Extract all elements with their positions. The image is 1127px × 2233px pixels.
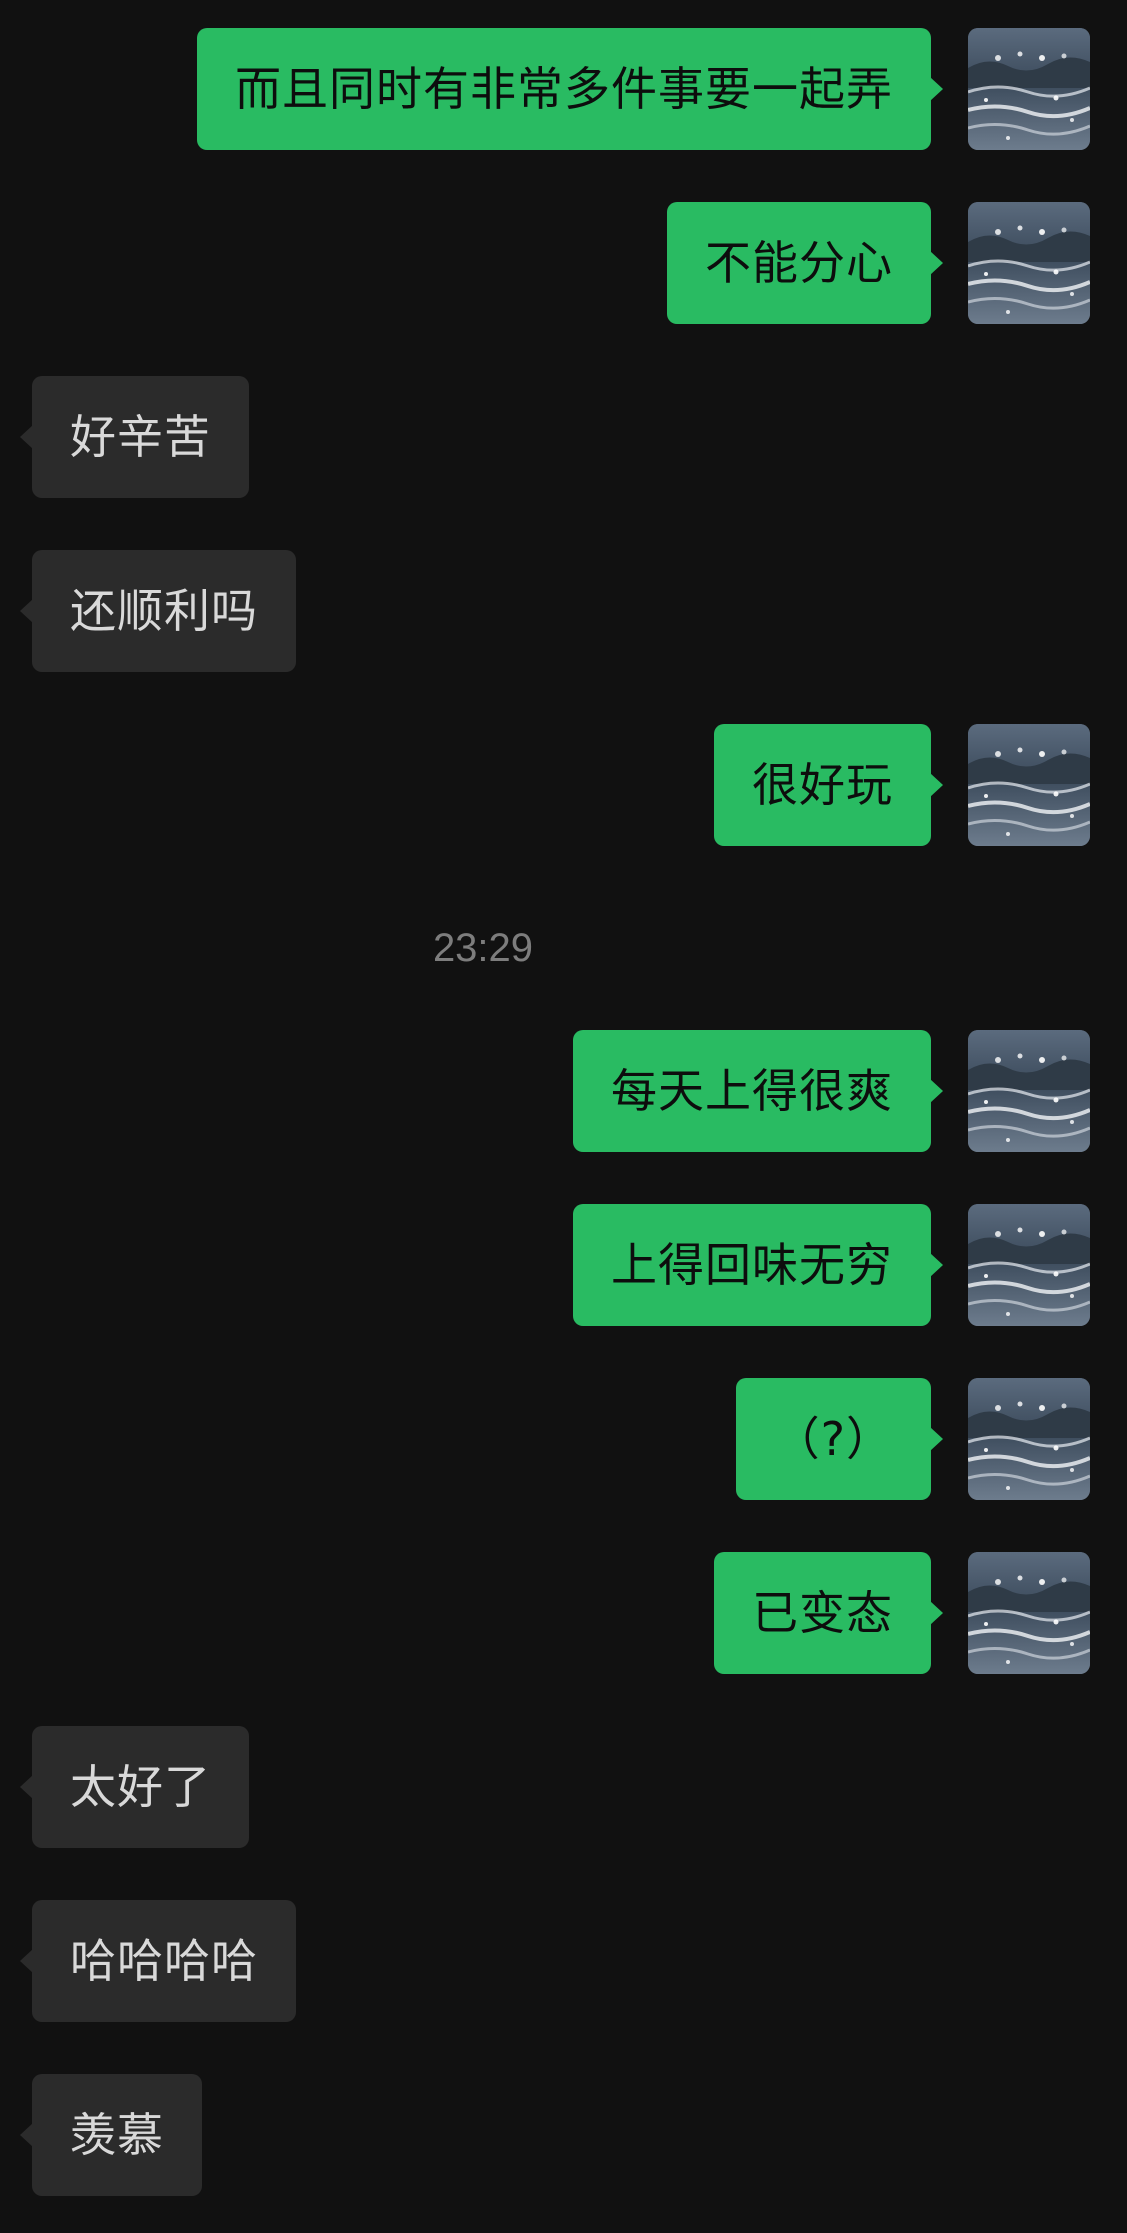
message-row: 太好了: [0, 1726, 1127, 1848]
message-row: 而且同时有非常多件事要一起弄: [0, 28, 1127, 150]
my-avatar[interactable]: [968, 202, 1090, 324]
message-row: 很好玩: [0, 724, 1127, 846]
other-message-bubble[interactable]: 还顺利吗: [20, 550, 296, 672]
my-message-bubble[interactable]: 已变态: [714, 1552, 943, 1674]
bubble-tail: [20, 1775, 33, 1799]
bubble-tail: [20, 1949, 33, 1973]
message-text: 还顺利吗: [70, 584, 258, 638]
sea-wave-photo-icon: [968, 1030, 1090, 1152]
other-message-bubble[interactable]: 哈哈哈哈: [20, 1900, 296, 2022]
bubble-tail: [930, 1427, 943, 1451]
message-row: 羡慕: [0, 2074, 1127, 2196]
my-avatar[interactable]: [968, 28, 1090, 150]
bubble-tail: [930, 251, 943, 275]
my-message-bubble[interactable]: 不能分心: [667, 202, 943, 324]
sea-wave-photo-icon: [968, 202, 1090, 324]
message-row: 上得回味无穷: [0, 1204, 1127, 1326]
bubble-tail: [930, 773, 943, 797]
bubble-tail: [930, 1253, 943, 1277]
message-row: 哈哈哈哈: [0, 1900, 1127, 2022]
sea-wave-photo-icon: [968, 28, 1090, 150]
my-avatar[interactable]: [968, 1378, 1090, 1500]
message-text: 已变态: [752, 1586, 893, 1640]
message-row: （?）: [0, 1378, 1127, 1500]
message-text: 上得回味无穷: [611, 1238, 893, 1292]
my-message-bubble[interactable]: （?）: [735, 1378, 943, 1500]
bubble-tail: [930, 77, 943, 101]
message-timestamp: 23:29: [432, 926, 534, 970]
message-text: 每天上得很爽: [611, 1064, 893, 1118]
my-avatar[interactable]: [968, 724, 1090, 846]
message-row: 已变态: [0, 1552, 1127, 1674]
bubble-tail: [930, 1601, 943, 1625]
my-avatar[interactable]: [968, 1552, 1090, 1674]
other-message-bubble[interactable]: 好辛苦: [20, 376, 249, 498]
message-text: （?）: [773, 1412, 893, 1466]
my-avatar[interactable]: [968, 1204, 1090, 1326]
message-row: 每天上得很爽: [0, 1030, 1127, 1152]
message-text: 而且同时有非常多件事要一起弄: [235, 62, 893, 116]
message-row: 好辛苦: [0, 376, 1127, 498]
bubble-tail: [20, 425, 33, 449]
message-text: 好辛苦: [70, 410, 211, 464]
message-text: 哈哈哈哈: [70, 1934, 258, 1988]
message-text: 太好了: [70, 1760, 211, 1814]
my-message-bubble[interactable]: 每天上得很爽: [573, 1030, 943, 1152]
message-text: 羡慕: [70, 2108, 164, 2162]
bubble-tail: [20, 599, 33, 623]
other-message-bubble[interactable]: 羡慕: [20, 2074, 202, 2196]
my-avatar[interactable]: [968, 1030, 1090, 1152]
bubble-tail: [930, 1079, 943, 1103]
sea-wave-photo-icon: [968, 1378, 1090, 1500]
sea-wave-photo-icon: [968, 1204, 1090, 1326]
sea-wave-photo-icon: [968, 1552, 1090, 1674]
my-message-bubble[interactable]: 上得回味无穷: [573, 1204, 943, 1326]
my-message-bubble[interactable]: 很好玩: [714, 724, 943, 846]
sea-wave-photo-icon: [968, 724, 1090, 846]
other-message-bubble[interactable]: 太好了: [20, 1726, 249, 1848]
message-row: 还顺利吗: [0, 550, 1127, 672]
bubble-tail: [20, 2123, 33, 2147]
message-text: 不能分心: [705, 236, 893, 290]
my-message-bubble[interactable]: 而且同时有非常多件事要一起弄: [197, 28, 943, 150]
message-text: 很好玩: [752, 758, 893, 812]
message-row: 不能分心: [0, 202, 1127, 324]
